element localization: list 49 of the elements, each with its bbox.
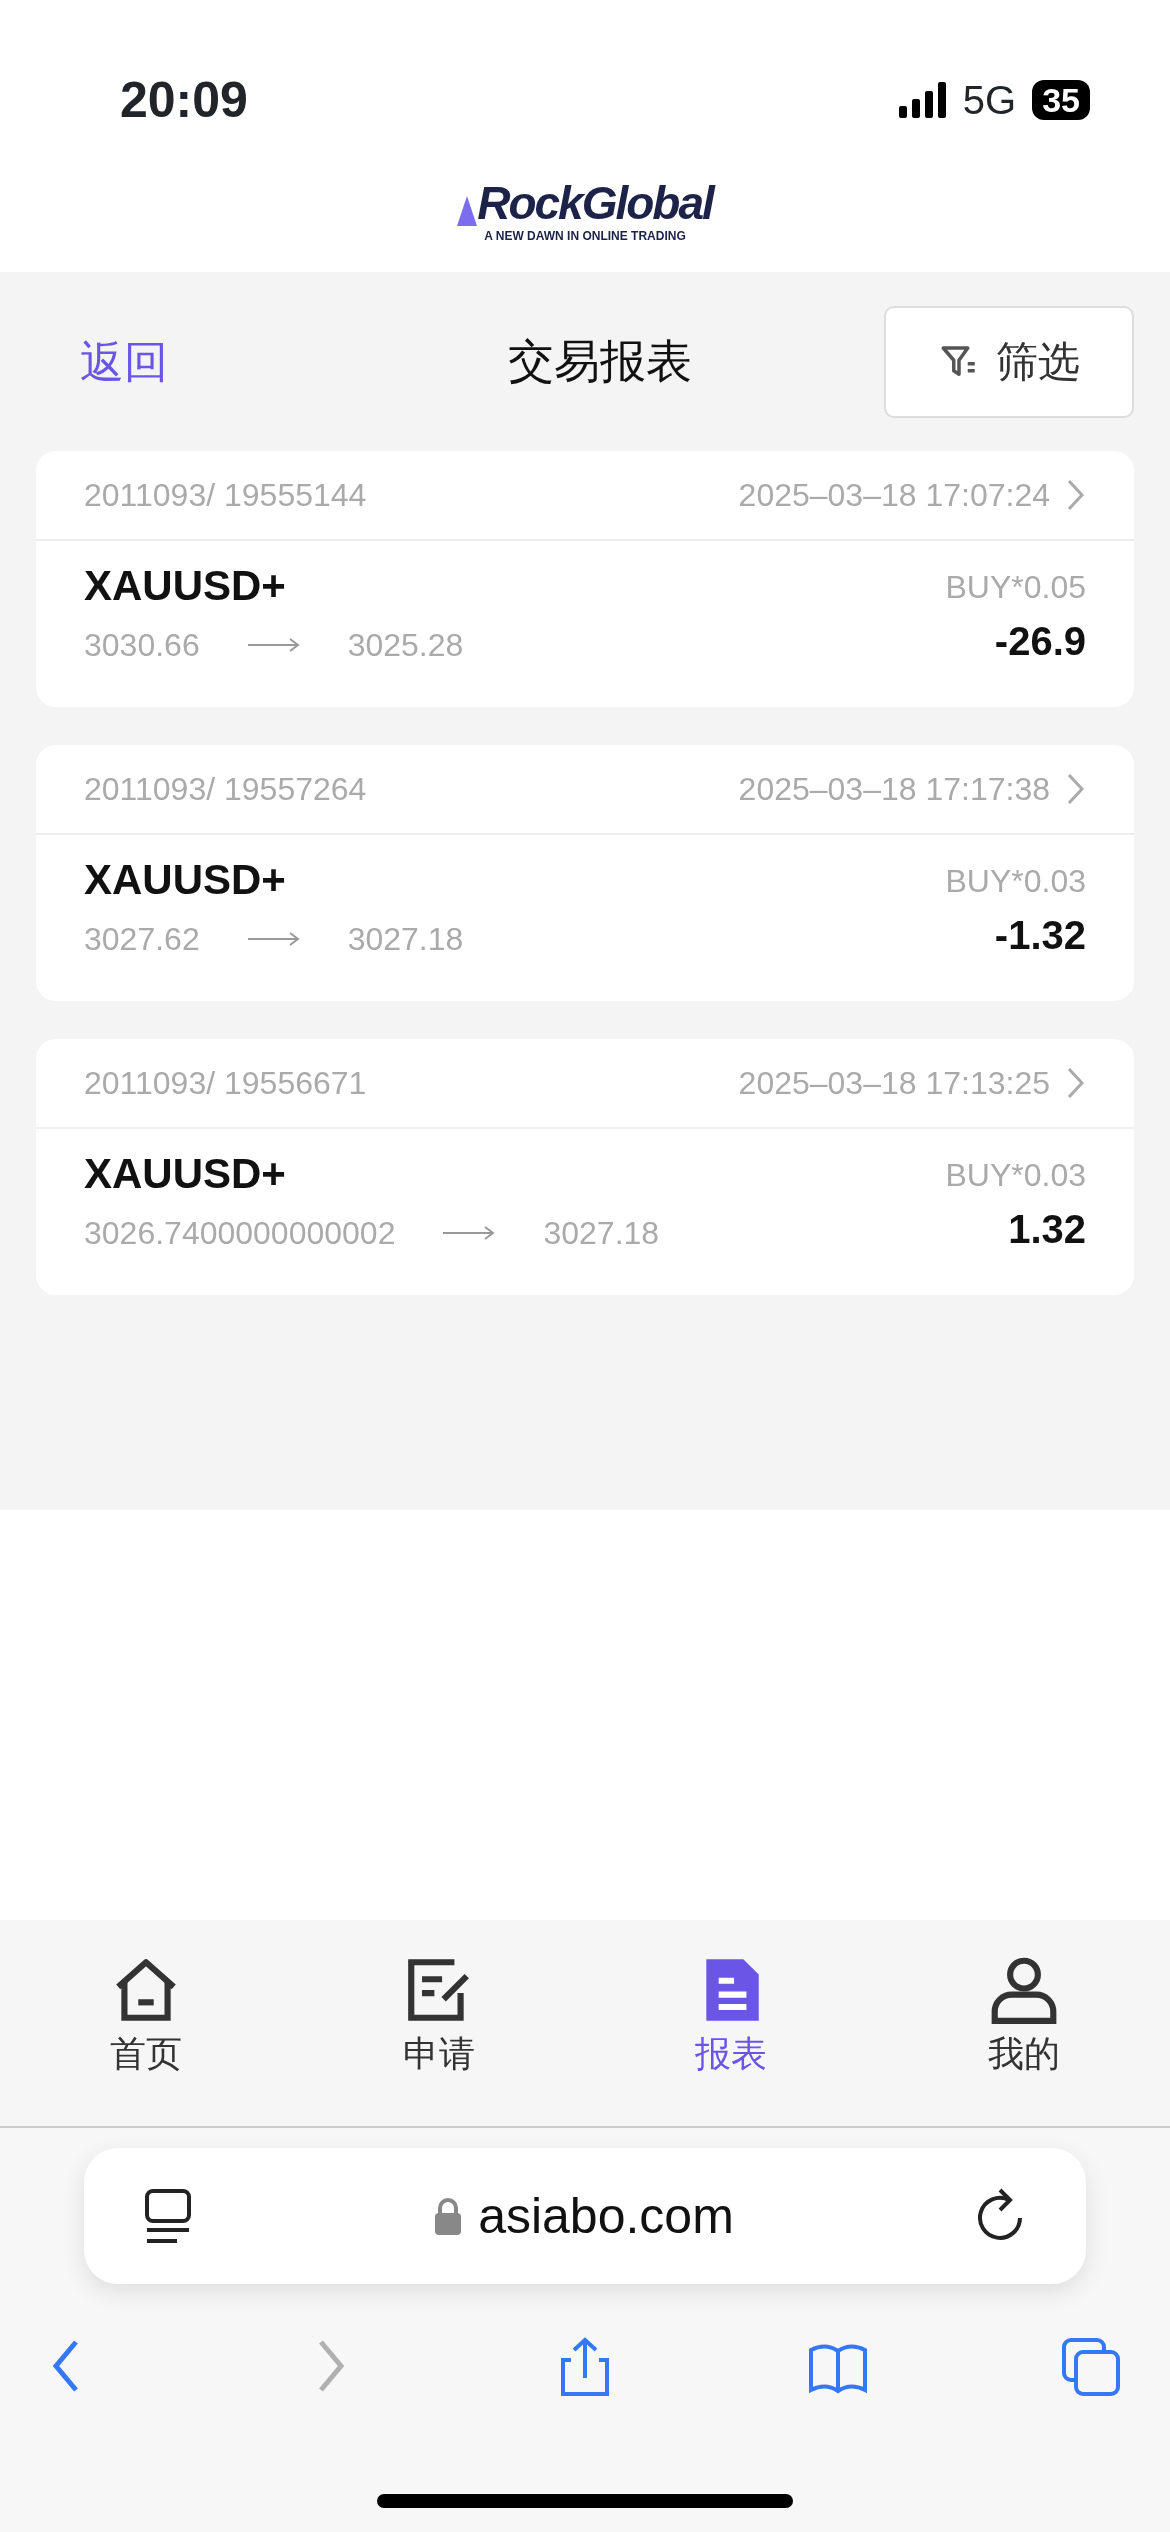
close-price: 3025.28	[347, 626, 464, 666]
profit-value: 1.32	[1008, 1206, 1086, 1253]
close-price: 3027.18	[347, 920, 464, 960]
filter-button[interactable]: 筛选	[884, 305, 1134, 418]
symbol: XAUUSD+	[84, 1151, 287, 1198]
logo-tagline: A NEW DAWN IN ONLINE TRADING	[484, 230, 686, 242]
logo-text: RockGlobal	[477, 180, 713, 226]
profit-value: -26.9	[994, 618, 1086, 665]
tab-item[interactable]: 申请	[292, 1952, 585, 2126]
back-link[interactable]: 返回	[36, 328, 316, 395]
symbol: XAUUSD+	[84, 857, 287, 904]
page-menu-icon	[144, 2188, 192, 2244]
open-price: 3030.66	[84, 626, 200, 666]
open-price: 3027.62	[84, 920, 200, 960]
arrow-right-icon	[247, 931, 300, 948]
account-number: 2011093/ 19556671	[84, 1064, 367, 1103]
chevron-right-icon	[1066, 772, 1086, 806]
tabs-icon[interactable]	[1060, 2336, 1122, 2398]
tab-item[interactable]: 首页	[0, 1952, 293, 2126]
order-size: BUY*0.03	[945, 862, 1086, 901]
symbol: XAUUSD+	[84, 563, 287, 610]
account-number: 2011093/ 19557264	[84, 770, 367, 809]
clock-time: 20:09	[120, 70, 248, 130]
chevron-right-icon	[1066, 1066, 1086, 1100]
trade-time: 2025–03–18 17:07:24	[738, 476, 1050, 515]
network-label: 5G	[962, 77, 1017, 124]
order-size: BUY*0.03	[945, 1156, 1086, 1195]
trade-card[interactable]: 2011093/ 19557264 2025–03–18 17:17:38 XAUUSD+ 3027.62 3027.18 BUY*0.03 -1.32	[36, 745, 1134, 1001]
tab-item[interactable]: 报表	[585, 1952, 878, 2126]
arrow-right-icon	[443, 1225, 496, 1242]
account-number: 2011093/ 19555144	[84, 476, 367, 515]
chevron-right-icon	[1066, 478, 1086, 512]
logo-icon	[457, 196, 478, 226]
signal-icon	[898, 82, 947, 118]
arrow-right-icon	[247, 637, 300, 654]
lock-icon	[434, 2196, 463, 2236]
profit-value: -1.32	[994, 912, 1086, 959]
open-price: 3026.7400000000002	[84, 1214, 396, 1254]
trade-time: 2025–03–18 17:13:25	[738, 1064, 1050, 1103]
tab-item[interactable]: 我的	[877, 1952, 1170, 2126]
trade-card[interactable]: 2011093/ 19555144 2025–03–18 17:07:24 XAUUSD+ 3030.66 3025.28 BUY*0.05 -26.9	[36, 451, 1134, 707]
url-text: asiabo.com	[478, 2186, 734, 2246]
address-bar[interactable]: asiabo.com	[84, 2148, 1086, 2284]
trade-card[interactable]: 2011093/ 19556671 2025–03–18 17:13:25 XAUUSD+ 3026.7400000000002 3027.18 BUY*0.03 1.32	[36, 1039, 1134, 1295]
close-price: 3027.18	[543, 1214, 660, 1254]
order-size: BUY*0.05	[945, 568, 1086, 607]
trade-time: 2025–03–18 17:17:38	[738, 770, 1050, 809]
page-title: 交易报表	[507, 334, 693, 389]
battery-level: 35	[1032, 80, 1090, 120]
